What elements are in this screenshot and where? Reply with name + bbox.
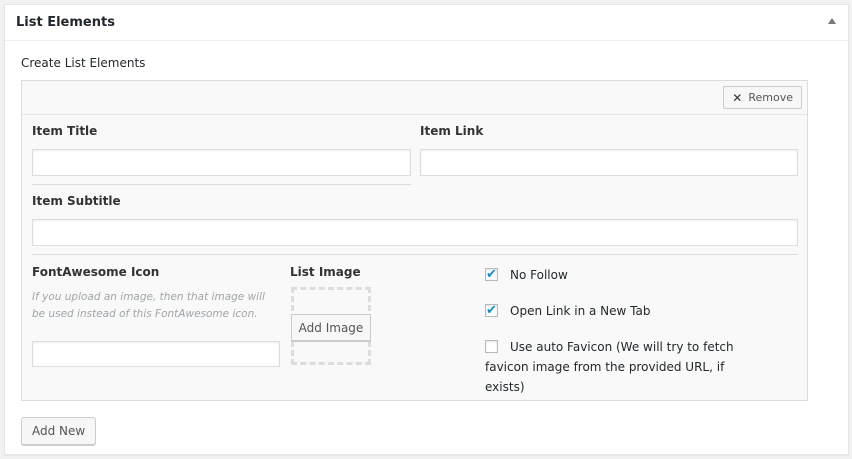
list-item-panel: ✕ Remove Item Title Item Link Item Subti… — [21, 80, 808, 401]
metabox-title: List Elements — [16, 15, 115, 30]
new-tab-label: Open Link in a New Tab — [510, 304, 651, 318]
fontawesome-help-text: If you upload an image, then that image … — [32, 291, 265, 320]
new-tab-checkbox[interactable]: ✔ — [485, 303, 498, 318]
item-panel-toolbar: ✕ Remove — [22, 81, 807, 115]
add-new-button[interactable]: Add New — [21, 417, 97, 445]
fontawesome-icon-label: FontAwesome Icon — [32, 265, 160, 279]
list-image-label: List Image — [290, 265, 361, 279]
close-icon: ✕ — [732, 90, 743, 105]
metabox-header[interactable]: List Elements — [5, 5, 848, 41]
item-title-label: Item Title — [32, 124, 98, 138]
remove-button[interactable]: ✕ Remove — [723, 86, 802, 109]
auto-favicon-option[interactable]: Use auto Favicon (We will try to fetch f… — [485, 337, 745, 397]
add-image-button[interactable]: Add Image — [291, 314, 371, 341]
checkmark-icon: ✔ — [486, 267, 497, 282]
checkmark-icon: ✔ — [486, 303, 497, 318]
divider — [32, 184, 411, 185]
item-link-label: Item Link — [420, 124, 484, 138]
auto-favicon-label: Use auto Favicon (We will try to fetch f… — [485, 340, 734, 394]
item-link-input[interactable] — [420, 149, 798, 176]
no-follow-checkbox[interactable]: ✔ — [485, 267, 498, 282]
divider — [32, 254, 798, 255]
item-subtitle-label: Item Subtitle — [32, 194, 121, 208]
collapse-arrow-icon[interactable] — [828, 18, 836, 24]
no-follow-label: No Follow — [510, 268, 568, 282]
item-title-input[interactable] — [32, 149, 411, 176]
list-elements-metabox: List Elements Create List Elements ✕ Rem… — [4, 4, 849, 455]
auto-favicon-checkbox[interactable] — [485, 340, 498, 353]
fontawesome-icon-input[interactable] — [32, 341, 280, 367]
remove-label: Remove — [748, 91, 793, 104]
item-subtitle-input[interactable] — [32, 219, 798, 246]
section-label: Create List Elements — [21, 56, 146, 70]
